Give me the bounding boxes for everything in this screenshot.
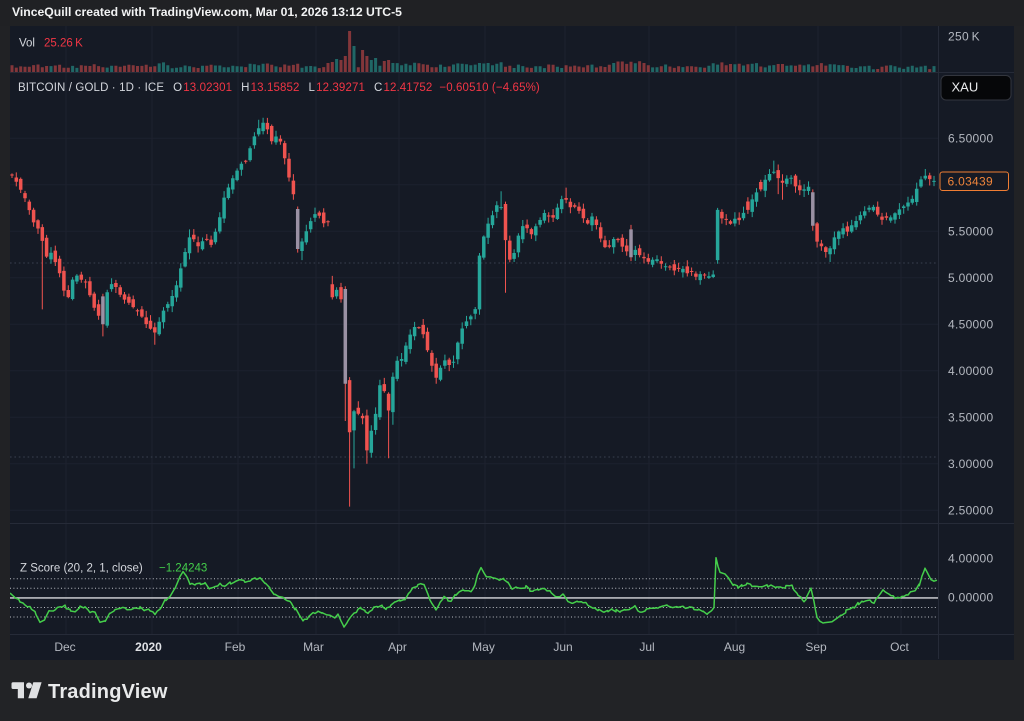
- svg-text:2.50000: 2.50000: [948, 503, 994, 517]
- svg-text:0.00000: 0.00000: [948, 591, 994, 605]
- svg-text:−1.24243: −1.24243: [159, 563, 207, 575]
- svg-text:250 K: 250 K: [948, 30, 980, 44]
- svg-text:Oct: Oct: [890, 640, 909, 654]
- svg-text:May: May: [472, 640, 495, 654]
- svg-text:6.50000: 6.50000: [948, 131, 994, 145]
- svg-text:4.00000: 4.00000: [948, 364, 994, 378]
- svg-text:XAU: XAU: [952, 80, 979, 95]
- svg-text:Apr: Apr: [388, 640, 407, 654]
- svg-text:Aug: Aug: [724, 640, 745, 654]
- svg-text:Mar: Mar: [303, 640, 324, 654]
- svg-text:25.26 K: 25.26 K: [44, 38, 83, 50]
- svg-text:Vol: Vol: [19, 38, 35, 50]
- svg-text:5.50000: 5.50000: [948, 224, 994, 238]
- svg-text:2020: 2020: [135, 640, 162, 654]
- svg-text:4.00000: 4.00000: [948, 552, 994, 566]
- svg-text:Feb: Feb: [225, 640, 246, 654]
- svg-text:3.50000: 3.50000: [948, 410, 994, 424]
- svg-text:Z Score (20, 2, 1, close): Z Score (20, 2, 1, close): [20, 563, 143, 575]
- svg-text:Sep: Sep: [805, 640, 827, 654]
- svg-text:4.50000: 4.50000: [948, 317, 994, 331]
- svg-text:5.00000: 5.00000: [948, 271, 994, 285]
- svg-text:Jun: Jun: [553, 640, 572, 654]
- svg-text:3.00000: 3.00000: [948, 457, 994, 471]
- svg-text:BITCOIN / GOLD · 1D · ICEO13.0: BITCOIN / GOLD · 1D · ICEO13.02301H13.15…: [18, 82, 540, 94]
- svg-text:Jul: Jul: [639, 640, 654, 654]
- svg-text:6.03439: 6.03439: [948, 175, 994, 189]
- svg-text:Dec: Dec: [54, 640, 75, 654]
